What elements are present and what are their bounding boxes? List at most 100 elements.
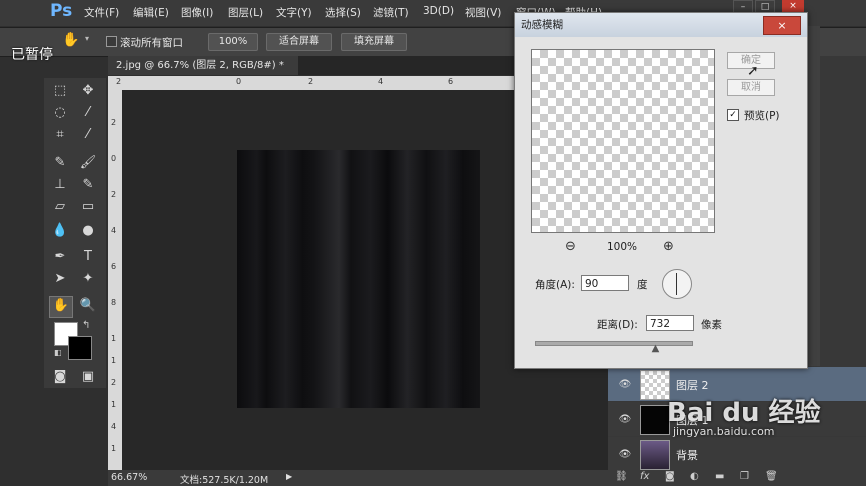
background-color-swatch[interactable] xyxy=(68,336,92,360)
ruler-left-label: 4 xyxy=(111,422,117,431)
distance-input[interactable]: 732 xyxy=(646,315,694,331)
path-selection-tool-icon[interactable]: ➤ xyxy=(51,270,69,288)
crop-tool-icon[interactable]: ⌗ xyxy=(51,126,69,144)
preview-checkbox[interactable]: ✓ xyxy=(727,109,739,121)
preview-zoom-percent: 100% xyxy=(607,241,638,253)
type-tool-icon[interactable]: T xyxy=(79,248,97,266)
screen-mode-icon[interactable]: ▣ xyxy=(79,368,97,386)
layer-thumbnail xyxy=(640,440,670,470)
app-logo: Ps xyxy=(50,1,73,21)
eyedropper-tool-icon[interactable]: ⁄ xyxy=(79,126,97,144)
ruler-top-label: 2 xyxy=(116,77,122,86)
ruler-top-label: 0 xyxy=(236,77,242,86)
lasso-tool-icon[interactable]: ◌ xyxy=(51,104,69,122)
distance-unit: 像素 xyxy=(701,319,722,331)
distance-label: 距离(D): xyxy=(597,319,638,331)
pen-tool-icon[interactable]: ✒ xyxy=(51,248,69,266)
filter-preview[interactable] xyxy=(531,49,715,233)
clone-stamp-tool-icon[interactable]: ⊥ xyxy=(51,176,69,194)
scroll-all-checkbox[interactable] xyxy=(106,36,117,47)
baidu-watermark: Bai du 经验 jingyan.baidu.com xyxy=(667,392,821,438)
document-info: 文档:527.5K/1.20M xyxy=(180,475,269,486)
fit-screen-button[interactable]: 适合屏幕 xyxy=(266,33,332,51)
panel-scrollbar[interactable] xyxy=(806,26,820,366)
new-layer-icon[interactable]: ❐ xyxy=(740,471,749,482)
menu-image[interactable]: 图像(I) xyxy=(181,5,213,20)
angle-dial[interactable] xyxy=(662,269,692,299)
menu-view[interactable]: 视图(V) xyxy=(465,5,501,20)
quick-mask-icon[interactable]: ◙ xyxy=(51,368,69,386)
motion-blur-stripes xyxy=(237,150,480,408)
default-colors-icon[interactable]: ◧ xyxy=(54,348,62,357)
adjustment-icon[interactable]: ◐ xyxy=(690,471,699,482)
paused-label: 已暂停 xyxy=(11,47,53,63)
dodge-tool-icon[interactable]: ● xyxy=(79,222,97,240)
ruler-left-label: 6 xyxy=(111,262,117,271)
document-tab[interactable]: 2.jpg @ 66.7% (图层 2, RGB/8#) * × xyxy=(108,56,298,90)
ruler-left-label: 8 xyxy=(111,298,117,307)
scroll-all-label: 滚动所有窗口 xyxy=(120,37,183,49)
menu-file[interactable]: 文件(F) xyxy=(84,5,119,20)
cancel-button[interactable]: 取消 xyxy=(727,79,775,96)
layer-name[interactable]: 背景 xyxy=(676,447,698,463)
shape-tool-icon[interactable]: ✦ xyxy=(79,270,97,288)
watermark-text: Bai du 经验 xyxy=(667,398,821,428)
angle-label: 角度(A): xyxy=(535,279,575,291)
folder-icon[interactable]: ▬ xyxy=(715,471,724,482)
fill-screen-button[interactable]: 填充屏幕 xyxy=(341,33,407,51)
healing-brush-tool-icon[interactable]: ✎ xyxy=(51,154,69,172)
move-tool-icon[interactable]: ✥ xyxy=(79,82,97,100)
dialog-close-button[interactable]: × xyxy=(763,16,801,35)
blur-tool-icon[interactable]: 💧 xyxy=(51,222,69,240)
zoom-level[interactable]: 66.67% xyxy=(111,472,147,483)
ruler-left-label: 1 xyxy=(111,334,117,343)
distance-slider-thumb[interactable]: ▲ xyxy=(652,343,660,354)
ruler-top-label: 6 xyxy=(448,77,454,86)
mask-icon[interactable]: ◙ xyxy=(665,471,675,482)
ruler-left-label: 0 xyxy=(111,154,117,163)
status-menu-arrow[interactable]: ▶ xyxy=(286,472,292,481)
hand-tool-active-icon[interactable]: ✋ xyxy=(49,296,73,318)
magic-wand-tool-icon[interactable]: ⁄ xyxy=(79,104,97,122)
ruler-left-label: 2 xyxy=(111,378,117,387)
menu-edit[interactable]: 编辑(E) xyxy=(133,5,169,20)
distance-slider-track[interactable] xyxy=(535,341,693,346)
ruler-left-label: 2 xyxy=(111,190,117,199)
zoom-100-button[interactable]: 100% xyxy=(208,33,258,51)
eye-icon[interactable]: 👁 xyxy=(618,449,632,460)
layer-row[interactable]: 👁 背景 xyxy=(608,437,866,471)
angle-input[interactable]: 90 xyxy=(581,275,629,291)
gradient-tool-icon[interactable]: ▭ xyxy=(79,198,97,216)
zoom-out-icon[interactable]: ⊖ xyxy=(565,239,576,254)
hand-tool-icon[interactable]: ✋ xyxy=(62,32,79,48)
angle-dial-needle xyxy=(676,273,677,295)
zoom-in-icon[interactable]: ⊕ xyxy=(663,239,674,254)
eraser-tool-icon[interactable]: ▱ xyxy=(51,198,69,216)
eye-icon[interactable]: 👁 xyxy=(618,379,632,390)
preview-label: 预览(P) xyxy=(744,110,780,122)
swap-colors-icon[interactable]: ↰ xyxy=(82,320,90,331)
link-icon[interactable]: ⛓ xyxy=(615,471,628,482)
ruler-top-label: 4 xyxy=(378,77,384,86)
brush-tool-icon[interactable]: 🖌 xyxy=(79,154,97,172)
status-bar: 66.67% 文档:527.5K/1.20M ▶ xyxy=(108,470,608,486)
ruler-left-label: 1 xyxy=(111,356,117,365)
menu-type[interactable]: 文字(Y) xyxy=(276,5,312,20)
chevron-down-icon[interactable]: ▾ xyxy=(85,34,89,43)
menu-filter[interactable]: 滤镜(T) xyxy=(373,5,409,20)
menu-3d[interactable]: 3D(D) xyxy=(423,5,454,17)
eye-icon[interactable]: 👁 xyxy=(618,414,632,425)
photoshop-window: Ps 文件(F) 编辑(E) 图像(I) 图层(L) 文字(Y) 选择(S) 滤… xyxy=(0,0,866,486)
menu-select[interactable]: 选择(S) xyxy=(325,5,361,20)
zoom-tool-icon[interactable]: 🔍 xyxy=(79,297,97,315)
fx-icon[interactable]: fx xyxy=(640,471,649,482)
ruler-left-label: 1 xyxy=(111,444,117,453)
menu-layer[interactable]: 图层(L) xyxy=(228,5,263,20)
layer-name[interactable]: 图层 2 xyxy=(676,377,709,393)
document-image[interactable] xyxy=(237,150,480,408)
document-tab-title: 2.jpg @ 66.7% (图层 2, RGB/8#) * xyxy=(116,60,284,71)
trash-icon[interactable]: 🗑 xyxy=(765,471,778,482)
layer-thumbnail xyxy=(640,405,670,435)
history-brush-tool-icon[interactable]: ✎ xyxy=(79,176,97,194)
marquee-tool-icon[interactable]: ⬚ xyxy=(51,82,69,100)
